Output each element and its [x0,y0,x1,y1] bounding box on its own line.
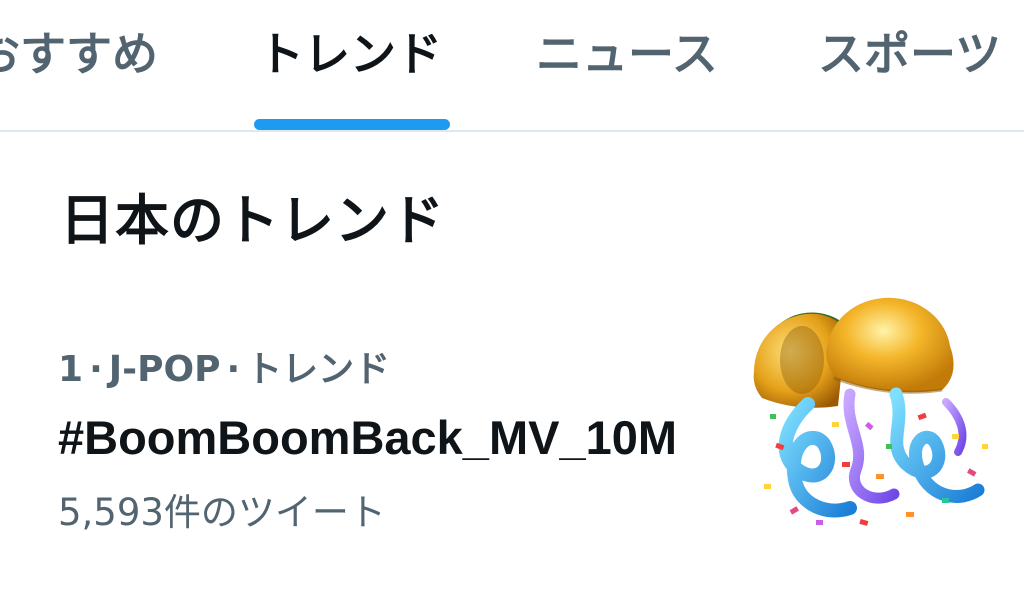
active-tab-indicator [254,119,450,130]
tab-sports[interactable]: スポーツ [818,22,1001,86]
meta-separator: · [89,349,103,390]
trend-item[interactable]: 1 · J-POP · トレンド #BoomBoomBack_MV_10M 5,593件… [0,297,1024,568]
trend-meta: 1 · J-POP · トレンド [58,340,390,392]
trend-title[interactable]: #BoomBoomBack_MV_10M [58,410,677,465]
tab-bar: おすすめ トレンド ニュース スポーツ [0,0,1024,132]
trend-category: J-POP [108,349,221,390]
trend-rank: 1 [58,349,84,390]
trend-tweet-count: 5,593件のツイート [58,491,386,534]
kusudama-party-popper-icon [753,297,988,526]
kusudama-right-half [826,297,954,394]
tab-recommended[interactable]: おすすめ [0,22,158,86]
ribbons [778,387,985,518]
section-heading: 日本のトレンド [60,189,445,252]
tab-news[interactable]: ニュース [536,22,718,86]
tab-trends[interactable]: トレンド [258,22,442,86]
meta-separator: · [226,349,241,390]
trend-type: トレンド [246,349,391,390]
